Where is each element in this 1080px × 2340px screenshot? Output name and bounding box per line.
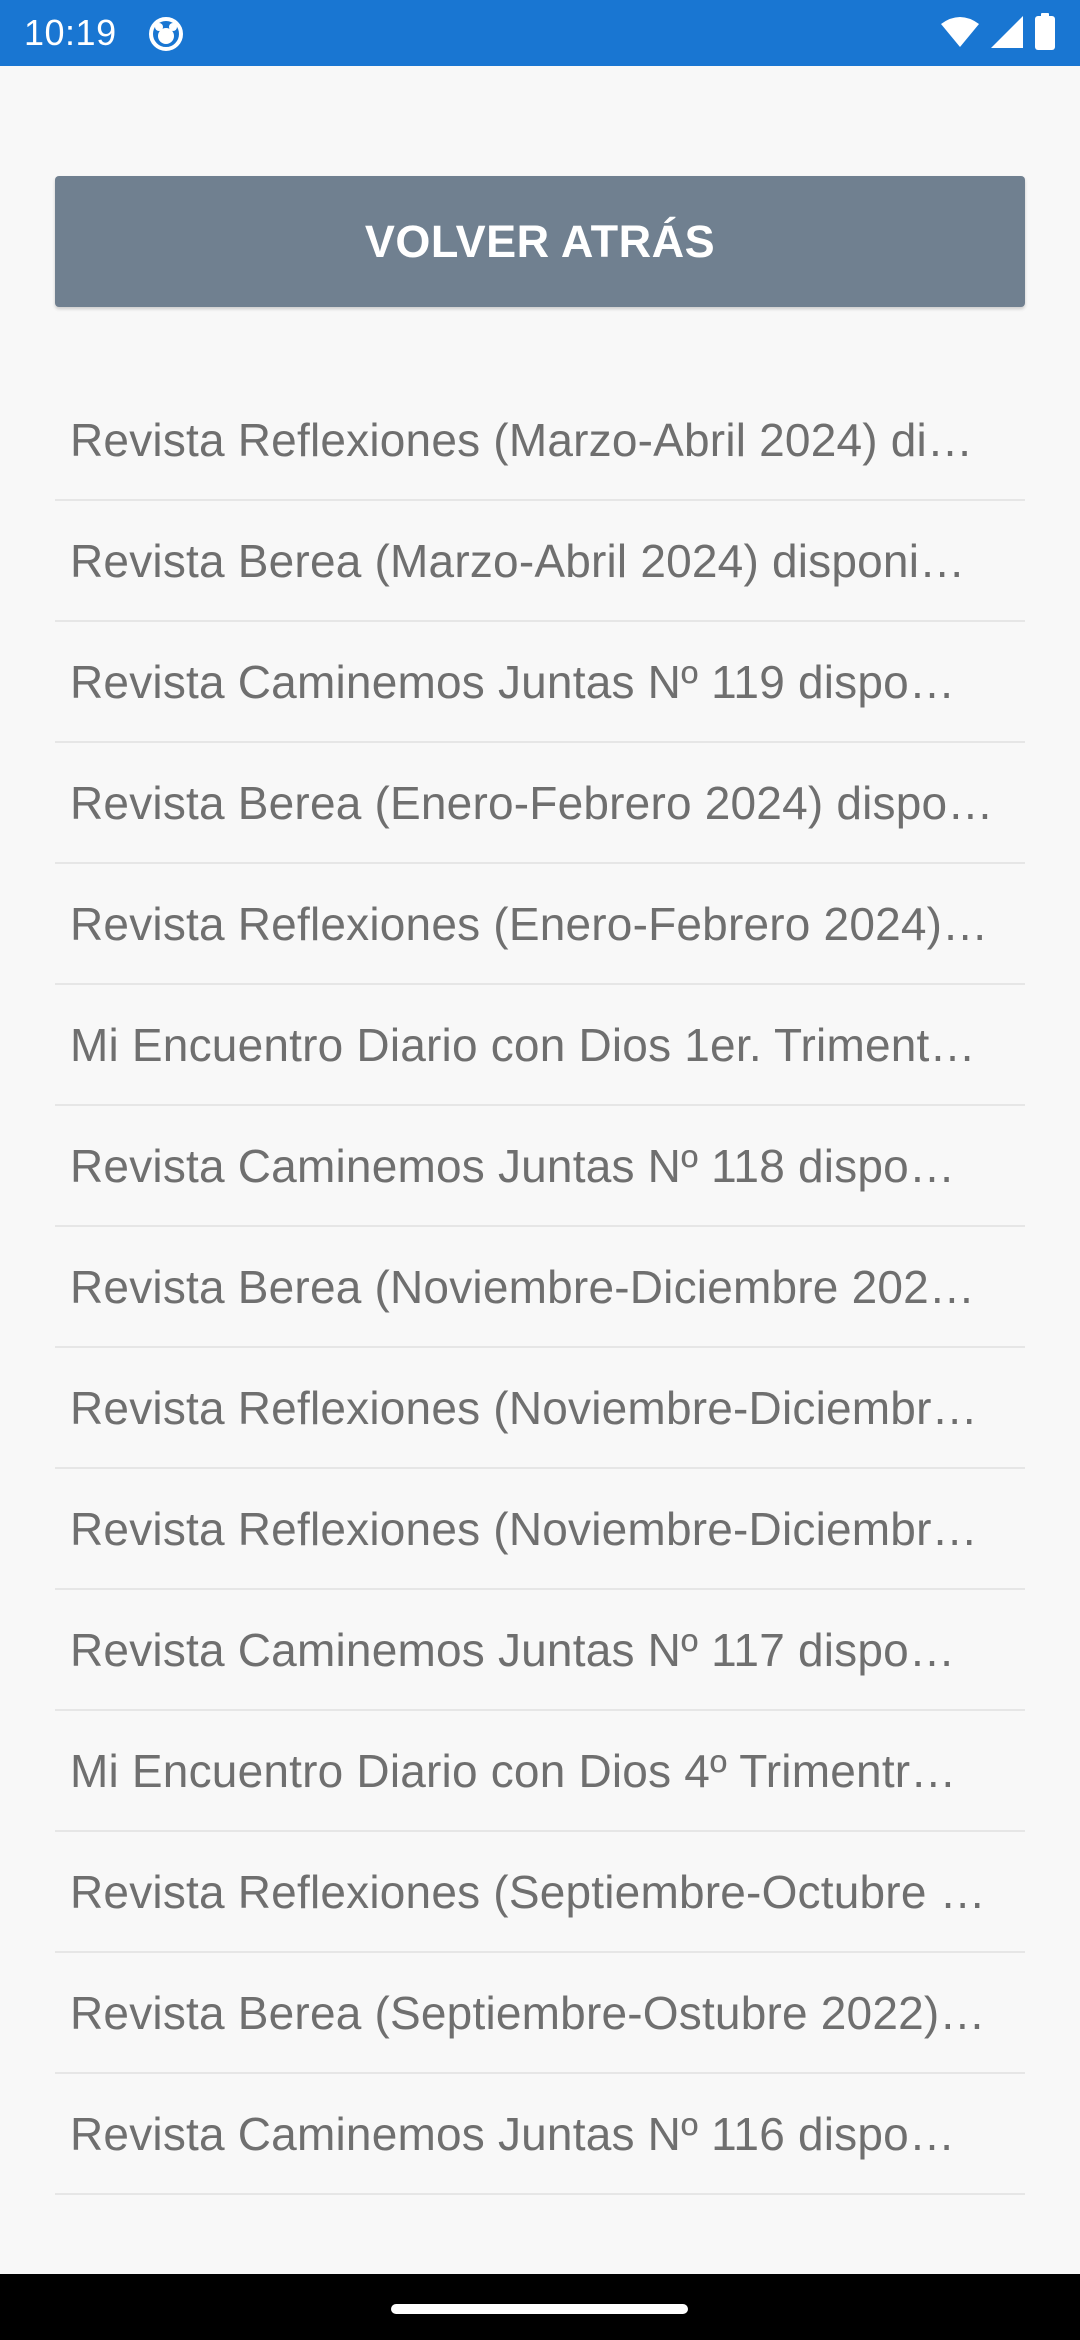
list-item-label: Revista Caminemos Juntas Nº 118 dispo… (70, 1139, 956, 1192)
news-list: Revista Reflexiones (Marzo-Abril 2024) d… (55, 380, 1025, 2195)
list-item-label: Revista Reflexiones (Noviembre-Diciembr… (70, 1502, 978, 1555)
status-time: 10:19 (24, 12, 117, 53)
list-item-label: Mi Encuentro Diario con Dios 1er. Trimen… (70, 1018, 976, 1071)
list-item[interactable]: Revista Reflexiones (Enero-Febrero 2024)… (55, 864, 1025, 985)
list-item[interactable]: Revista Caminemos Juntas Nº 118 dispo… (55, 1106, 1025, 1227)
list-item-label: Revista Berea (Enero-Febrero 2024) dispo… (70, 776, 994, 829)
list-item[interactable]: Revista Berea (Septiembre-Ostubre 2022)… (55, 1953, 1025, 2074)
list-item-label: Revista Berea (Marzo-Abril 2024) disponi… (70, 534, 966, 587)
list-item-label: Revista Reflexiones (Noviembre-Diciembr… (70, 1381, 978, 1434)
app-notification-icon (148, 16, 184, 52)
list-item[interactable]: Revista Caminemos Juntas Nº 119 dispo… (55, 622, 1025, 743)
list-item[interactable]: Mi Encuentro Diario con Dios 1er. Trimen… (55, 985, 1025, 1106)
list-item-label: Revista Caminemos Juntas Nº 116 dispo… (70, 2107, 956, 2160)
list-item[interactable]: Revista Berea (Enero-Febrero 2024) dispo… (55, 743, 1025, 864)
list-item[interactable]: Revista Reflexiones (Noviembre-Diciembr… (55, 1348, 1025, 1469)
home-gesture-handle[interactable] (391, 2304, 688, 2314)
battery-icon (1034, 13, 1056, 51)
status-icons (940, 12, 1056, 52)
list-item-label: Revista Berea (Septiembre-Ostubre 2022)… (70, 1986, 986, 2039)
list-item-label: Revista Reflexiones (Enero-Febrero 2024)… (70, 897, 989, 950)
list-item[interactable]: Revista Reflexiones (Marzo-Abril 2024) d… (55, 380, 1025, 501)
list-item[interactable]: Revista Caminemos Juntas Nº 117 dispo… (55, 1590, 1025, 1711)
list-item[interactable]: Revista Caminemos Juntas Nº 116 dispo… (55, 2074, 1025, 2195)
list-item[interactable]: Revista Reflexiones (Septiembre-Octubre … (55, 1832, 1025, 1953)
list-item-label: Mi Encuentro Diario con Dios 4º Trimentr… (70, 1744, 957, 1797)
navigation-bar (0, 2274, 1080, 2340)
list-item[interactable]: Revista Reflexiones (Noviembre-Diciembr… (55, 1469, 1025, 1590)
list-item[interactable]: Mi Encuentro Diario con Dios 4º Trimentr… (55, 1711, 1025, 1832)
status-bar: 10:19 (0, 0, 1080, 66)
list-item[interactable]: Revista Berea (Marzo-Abril 2024) disponi… (55, 501, 1025, 622)
list-item[interactable]: Revista Berea (Noviembre-Diciembre 202… (55, 1227, 1025, 1348)
list-item-label: Revista Caminemos Juntas Nº 119 dispo… (70, 655, 956, 708)
back-button[interactable]: VOLVER ATRÁS (55, 176, 1025, 307)
signal-icon (990, 15, 1024, 49)
list-item-label: Revista Reflexiones (Marzo-Abril 2024) d… (70, 413, 974, 466)
list-item-label: Revista Berea (Noviembre-Diciembre 202… (70, 1260, 976, 1313)
list-item-label: Revista Reflexiones (Septiembre-Octubre … (70, 1865, 986, 1918)
list-item-label: Revista Caminemos Juntas Nº 117 dispo… (70, 1623, 956, 1676)
wifi-icon (940, 16, 980, 48)
